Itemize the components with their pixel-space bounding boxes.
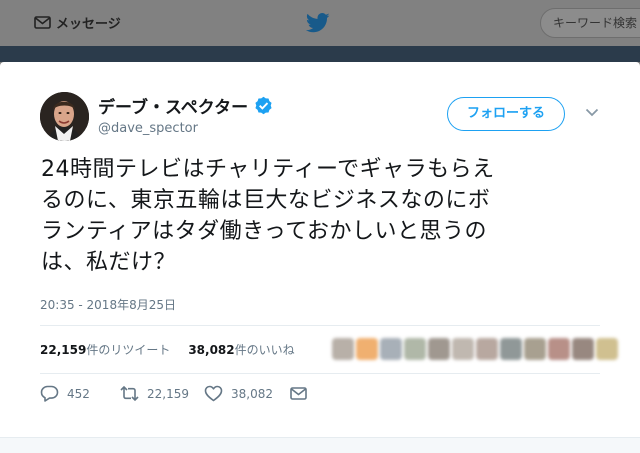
retweet-icon: [120, 385, 139, 402]
reply-count: 452: [67, 386, 90, 401]
tweet-actions: 452 22,159 38,082: [40, 385, 308, 402]
reply-button[interactable]: 452: [40, 385, 120, 402]
tweet-card: デーブ・スペクター @dave_spector フォローする 24時間テレビはチ…: [0, 62, 640, 453]
liker-avatars: [332, 338, 618, 360]
liker-avatar[interactable]: [596, 338, 618, 360]
retweet-button[interactable]: 22,159: [120, 385, 204, 402]
liker-avatar[interactable]: [476, 338, 498, 360]
liker-avatar[interactable]: [404, 338, 426, 360]
like-stat-count[interactable]: 38,082: [188, 343, 234, 357]
search-input[interactable]: キーワード検索: [540, 8, 640, 38]
heart-icon: [204, 385, 223, 402]
liker-avatar[interactable]: [452, 338, 474, 360]
reply-icon: [40, 385, 59, 402]
tweet-text-line: るのに、東京五輪は巨大なビジネスなのにボ: [41, 188, 491, 213]
retweet-stat-label[interactable]: 件のリツイート: [86, 341, 170, 358]
nav-messages[interactable]: メッセージ: [34, 13, 121, 32]
direct-message-button[interactable]: [289, 385, 308, 402]
verified-badge-icon: [255, 96, 272, 115]
liker-avatar[interactable]: [380, 338, 402, 360]
liker-avatar[interactable]: [524, 338, 546, 360]
tweet-stats: 22,159 件のリツイート 38,082 件のいいね: [40, 341, 295, 358]
tweet-timestamp[interactable]: 20:35 - 2018年8月25日: [40, 296, 176, 313]
liker-avatar[interactable]: [356, 338, 378, 360]
like-count: 38,082: [231, 386, 273, 401]
liker-avatar[interactable]: [500, 338, 522, 360]
follow-button[interactable]: フォローする: [447, 97, 565, 131]
twitter-bird-icon[interactable]: [306, 12, 330, 34]
tweet-text-line: 24時間テレビはチャリティーでギャラもらえ: [41, 157, 495, 182]
liker-avatar[interactable]: [548, 338, 570, 360]
tweet-text-line: は、私だけ？: [41, 250, 177, 275]
nav-strip: [0, 46, 640, 62]
tweet-text-line: ランティアはタダ働きっておかしいと思うの: [41, 219, 488, 244]
chevron-down-icon[interactable]: [585, 108, 599, 117]
divider: [40, 373, 600, 374]
card-footer: [0, 437, 640, 453]
avatar-image: [40, 92, 89, 141]
envelope-icon: [290, 387, 307, 400]
retweet-count: 22,159: [147, 386, 189, 401]
avatar[interactable]: [40, 92, 89, 141]
liker-avatar[interactable]: [428, 338, 450, 360]
nav-messages-label: メッセージ: [56, 17, 121, 32]
like-stat-label[interactable]: 件のいいね: [235, 341, 295, 358]
top-navigation: メッセージ キーワード検索: [0, 0, 640, 46]
envelope-icon: [34, 16, 51, 29]
like-button[interactable]: 38,082: [204, 385, 289, 402]
display-name[interactable]: デーブ・スペクター: [98, 93, 248, 118]
liker-avatar[interactable]: [572, 338, 594, 360]
divider: [40, 325, 600, 326]
retweet-stat-count[interactable]: 22,159: [40, 343, 86, 357]
user-handle[interactable]: @dave_spector: [98, 121, 198, 136]
tweet-text: 24時間テレビはチャリティーでギャラもらえ るのに、東京五輪は巨大なビジネスなの…: [41, 154, 611, 278]
liker-avatar[interactable]: [332, 338, 354, 360]
